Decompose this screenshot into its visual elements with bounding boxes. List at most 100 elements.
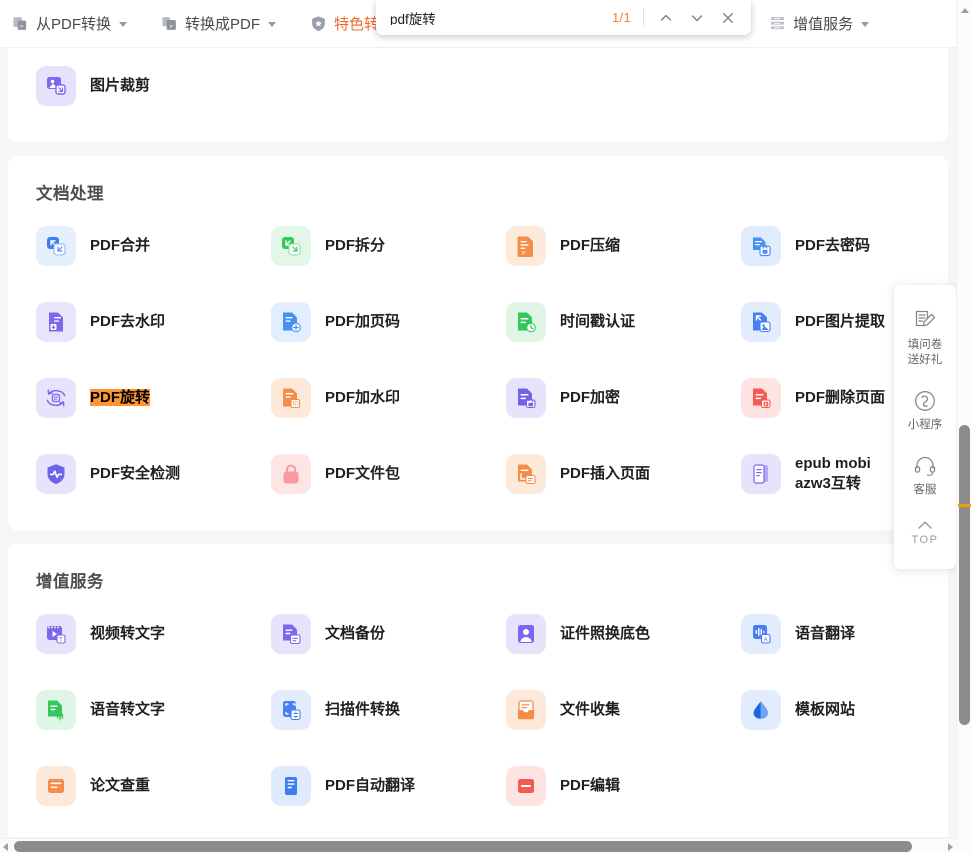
pdf-package-icon [271, 454, 311, 494]
tool-label: PDF压缩 [560, 237, 621, 254]
nav-label: 从PDF转换 [36, 16, 112, 33]
tool-label: PDF加页码 [325, 313, 401, 330]
tool-item-pdf-add-page-number[interactable]: PDF加页码 [243, 284, 478, 360]
chevron-down-icon[interactable] [861, 22, 870, 27]
horizontal-scrollbar[interactable] [0, 838, 956, 853]
template-site-icon [741, 690, 781, 730]
pdf-unlock-icon [741, 226, 781, 266]
scroll-left-arrow-icon[interactable] [3, 843, 8, 851]
tool-label: PDF旋转 [90, 388, 151, 408]
tool-item-pdf-compress[interactable]: P PDF压缩 [478, 208, 713, 284]
find-previous-button[interactable] [650, 2, 681, 33]
tool-label: PDF删除页面 [795, 389, 886, 406]
tool-item-pdf-add-watermark[interactable]: 印 PDF加水印 [243, 360, 478, 436]
arrow-up-icon [918, 521, 932, 529]
pdf-auto-translate-icon [271, 766, 311, 806]
find-close-button[interactable] [712, 2, 743, 33]
pdf-rotate-icon [36, 378, 76, 418]
tool-label: 论文查重 [90, 777, 151, 794]
miniprogram-icon [915, 391, 935, 411]
tool-item-pdf-split[interactable]: PDF拆分 [243, 208, 478, 284]
content-scroll-area[interactable]: 图片裁剪 文档处理 PDF合并 PDF拆分 P PDF压缩 PDF去密码 PDF… [0, 48, 956, 837]
nav-label: 增值服务 [793, 16, 854, 33]
tool-item-pdf-merge[interactable]: PDF合并 [8, 208, 243, 284]
pdf-edit-icon [506, 766, 546, 806]
tool-item-pdf-security-scan[interactable]: PDF安全检测 [8, 436, 243, 512]
dock-item-back-to-top[interactable]: TOP [894, 509, 956, 559]
nav-item-convert-from-pdf[interactable]: P 从PDF转换 [12, 13, 128, 34]
floating-dock: 填问卷 送好礼 小程序 客服 TOP [894, 285, 956, 569]
tool-label: 图片裁剪 [90, 77, 151, 94]
chevron-down-icon[interactable] [268, 22, 277, 27]
tool-grid-value-added: T 视频转文字 文档备份 证件照换底色 A 语音翻译 语音转文字 扫描件转换 文… [8, 596, 948, 824]
tool-label: PDF加水印 [325, 389, 401, 406]
dock-item-survey[interactable]: 填问卷 送好礼 [894, 299, 956, 379]
tool-label: 模板网站 [795, 701, 856, 718]
tool-item-voice-translate[interactable]: A 语音翻译 [713, 596, 948, 672]
tool-label: PDF编辑 [560, 777, 621, 794]
tool-item-pdf-insert-page[interactable]: PDF插入页面 [478, 436, 713, 512]
tool-label: PDF拆分 [325, 237, 386, 254]
dock-label: 小程序 [907, 419, 943, 431]
tool-item-pdf-rotate[interactable]: PDF旋转 [8, 360, 243, 436]
close-icon [722, 12, 733, 23]
find-next-button[interactable] [681, 2, 712, 33]
tool-item-speech-to-text[interactable]: 语音转文字 [8, 672, 243, 748]
vertical-scrollbar-thumb[interactable] [959, 425, 970, 725]
pdf-convert-from-icon: P [13, 17, 27, 30]
section-card-document-process: 文档处理 PDF合并 PDF拆分 P PDF压缩 PDF去密码 PDF去水印 P… [8, 156, 948, 530]
ebook-convert-icon [741, 454, 781, 494]
nav-item-value-added-service[interactable]: 增值服务 [769, 13, 870, 34]
nav-item-convert-to-pdf[interactable]: P 转换成PDF [161, 13, 277, 34]
tool-item-timestamp-certify[interactable]: 时间戳认证 [478, 284, 713, 360]
tool-item-pdf-auto-translate[interactable]: PDF自动翻译 [243, 748, 478, 824]
svg-text:印: 印 [292, 401, 297, 408]
find-result-marker [958, 504, 971, 507]
dock-item-customer-service[interactable]: 客服 [894, 444, 956, 509]
tool-item-scan-convert[interactable]: 扫描件转换 [243, 672, 478, 748]
tool-item-image-crop[interactable]: 图片裁剪 [8, 48, 243, 124]
tool-label: epub mobi azw3互转 [795, 455, 871, 492]
pdf-merge-icon [36, 226, 76, 266]
tool-item-document-backup[interactable]: 文档备份 [243, 596, 478, 672]
dock-item-miniprogram[interactable]: 小程序 [894, 379, 956, 444]
tool-label: PDF安全检测 [90, 465, 181, 482]
tool-label: PDF文件包 [325, 465, 401, 482]
tool-item-plagiarism-check[interactable]: 论文查重 [8, 748, 243, 824]
scrollbar-corner [956, 838, 971, 853]
pdf-delete-page-icon [741, 378, 781, 418]
app-window: P 从PDF转换 P 转换成PDF 特色转换 档处理 [0, 0, 971, 853]
value-added-icon [771, 17, 784, 30]
tool-item-pdf-edit[interactable]: PDF编辑 [478, 748, 713, 824]
chevron-down-icon[interactable] [119, 22, 128, 27]
scroll-right-arrow-icon[interactable] [948, 843, 953, 851]
find-match-count: 1/1 [612, 10, 631, 25]
pdf-compress-icon: P [506, 226, 546, 266]
tool-label: PDF去水印 [90, 313, 166, 330]
tool-label: PDF去密码 [795, 237, 871, 254]
horizontal-scrollbar-thumb[interactable] [14, 841, 912, 852]
pdf-watermark-remove-icon [36, 302, 76, 342]
dock-label: 填问卷 送好礼 [907, 339, 943, 366]
tool-item-pdf-unlock[interactable]: PDF去密码 [713, 208, 948, 284]
plagiarism-check-icon [36, 766, 76, 806]
tool-item-id-photo-bgcolor[interactable]: 证件照换底色 [478, 596, 713, 672]
section-title: 文档处理 [36, 185, 104, 203]
nav-label: 转换成PDF [185, 16, 261, 33]
tool-item-pdf-package[interactable]: PDF文件包 [243, 436, 478, 512]
tool-item-pdf-encrypt[interactable]: PDF加密 [478, 360, 713, 436]
dock-label: TOP [911, 534, 939, 546]
tool-item-pdf-remove-watermark[interactable]: PDF去水印 [8, 284, 243, 360]
dock-label: 客服 [913, 484, 937, 496]
scroll-up-arrow-icon[interactable] [961, 8, 969, 13]
pdf-encrypt-icon [506, 378, 546, 418]
headset-icon [914, 456, 936, 476]
tool-label: PDF合并 [90, 237, 151, 254]
vertical-scrollbar[interactable] [956, 0, 971, 838]
chevron-up-icon [660, 14, 671, 21]
tool-label: PDF图片提取 [795, 313, 886, 330]
tool-item-file-collect[interactable]: 文件收集 [478, 672, 713, 748]
tool-item-template-site[interactable]: 模板网站 [713, 672, 948, 748]
find-input[interactable] [390, 10, 613, 25]
tool-item-video-to-text[interactable]: T 视频转文字 [8, 596, 243, 672]
